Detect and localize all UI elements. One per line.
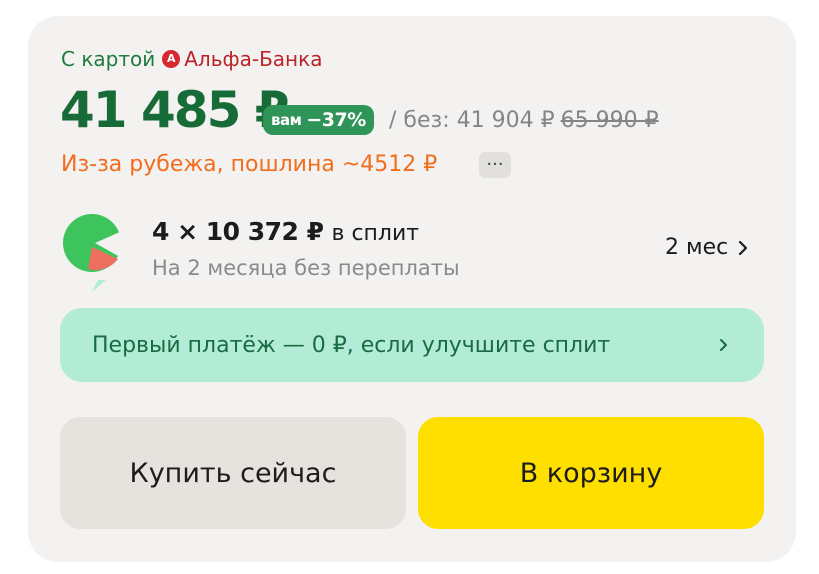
card-prefix: С картой [61, 47, 156, 71]
split-amount: 4 × 10 372 ₽ [152, 217, 324, 246]
split-upgrade-promo[interactable]: Первый платёж — 0 ₽, если улучшите сплит [60, 308, 764, 382]
split-suffix: в сплит [331, 221, 420, 246]
discount-prefix: вам [271, 111, 302, 129]
split-watermelon-icon [63, 214, 122, 292]
add-to-cart-button[interactable]: В корзину [418, 417, 764, 529]
chevron-right-icon [739, 240, 748, 256]
without-card-price: / без: 41 904 ₽ [389, 108, 555, 133]
bank-name: Альфа-Банка [184, 47, 323, 71]
promo-text: Первый платёж — 0 ₽, если улучшите сплит [92, 332, 611, 358]
chevron-right-icon [720, 339, 727, 351]
import-duty-text: Из-за рубежа, пошлина ~4512 ₽ [61, 152, 438, 177]
split-amount-line[interactable]: 4 × 10 372 ₽ в сплит [152, 214, 419, 252]
buy-now-button[interactable]: Купить сейчас [60, 417, 406, 529]
split-term: 2 мес [665, 235, 729, 260]
current-price: 41 485 ₽ [60, 81, 290, 139]
discount-badge: вам −37% [263, 105, 374, 135]
alfa-bank-logo-icon: A [162, 50, 181, 68]
old-price: 65 990 ₽ [560, 108, 659, 133]
price-without-card: / без: 41 904 ₽ 65 990 ₽ [389, 104, 659, 138]
split-term-selector[interactable]: 2 мес [665, 233, 748, 263]
alfa-card-offer[interactable]: С картой A Альфа-Банка [61, 46, 322, 72]
discount-value: −37% [306, 109, 366, 131]
split-subtitle: На 2 месяца без переплаты [152, 256, 460, 280]
more-options-button[interactable]: ··· [479, 152, 511, 178]
